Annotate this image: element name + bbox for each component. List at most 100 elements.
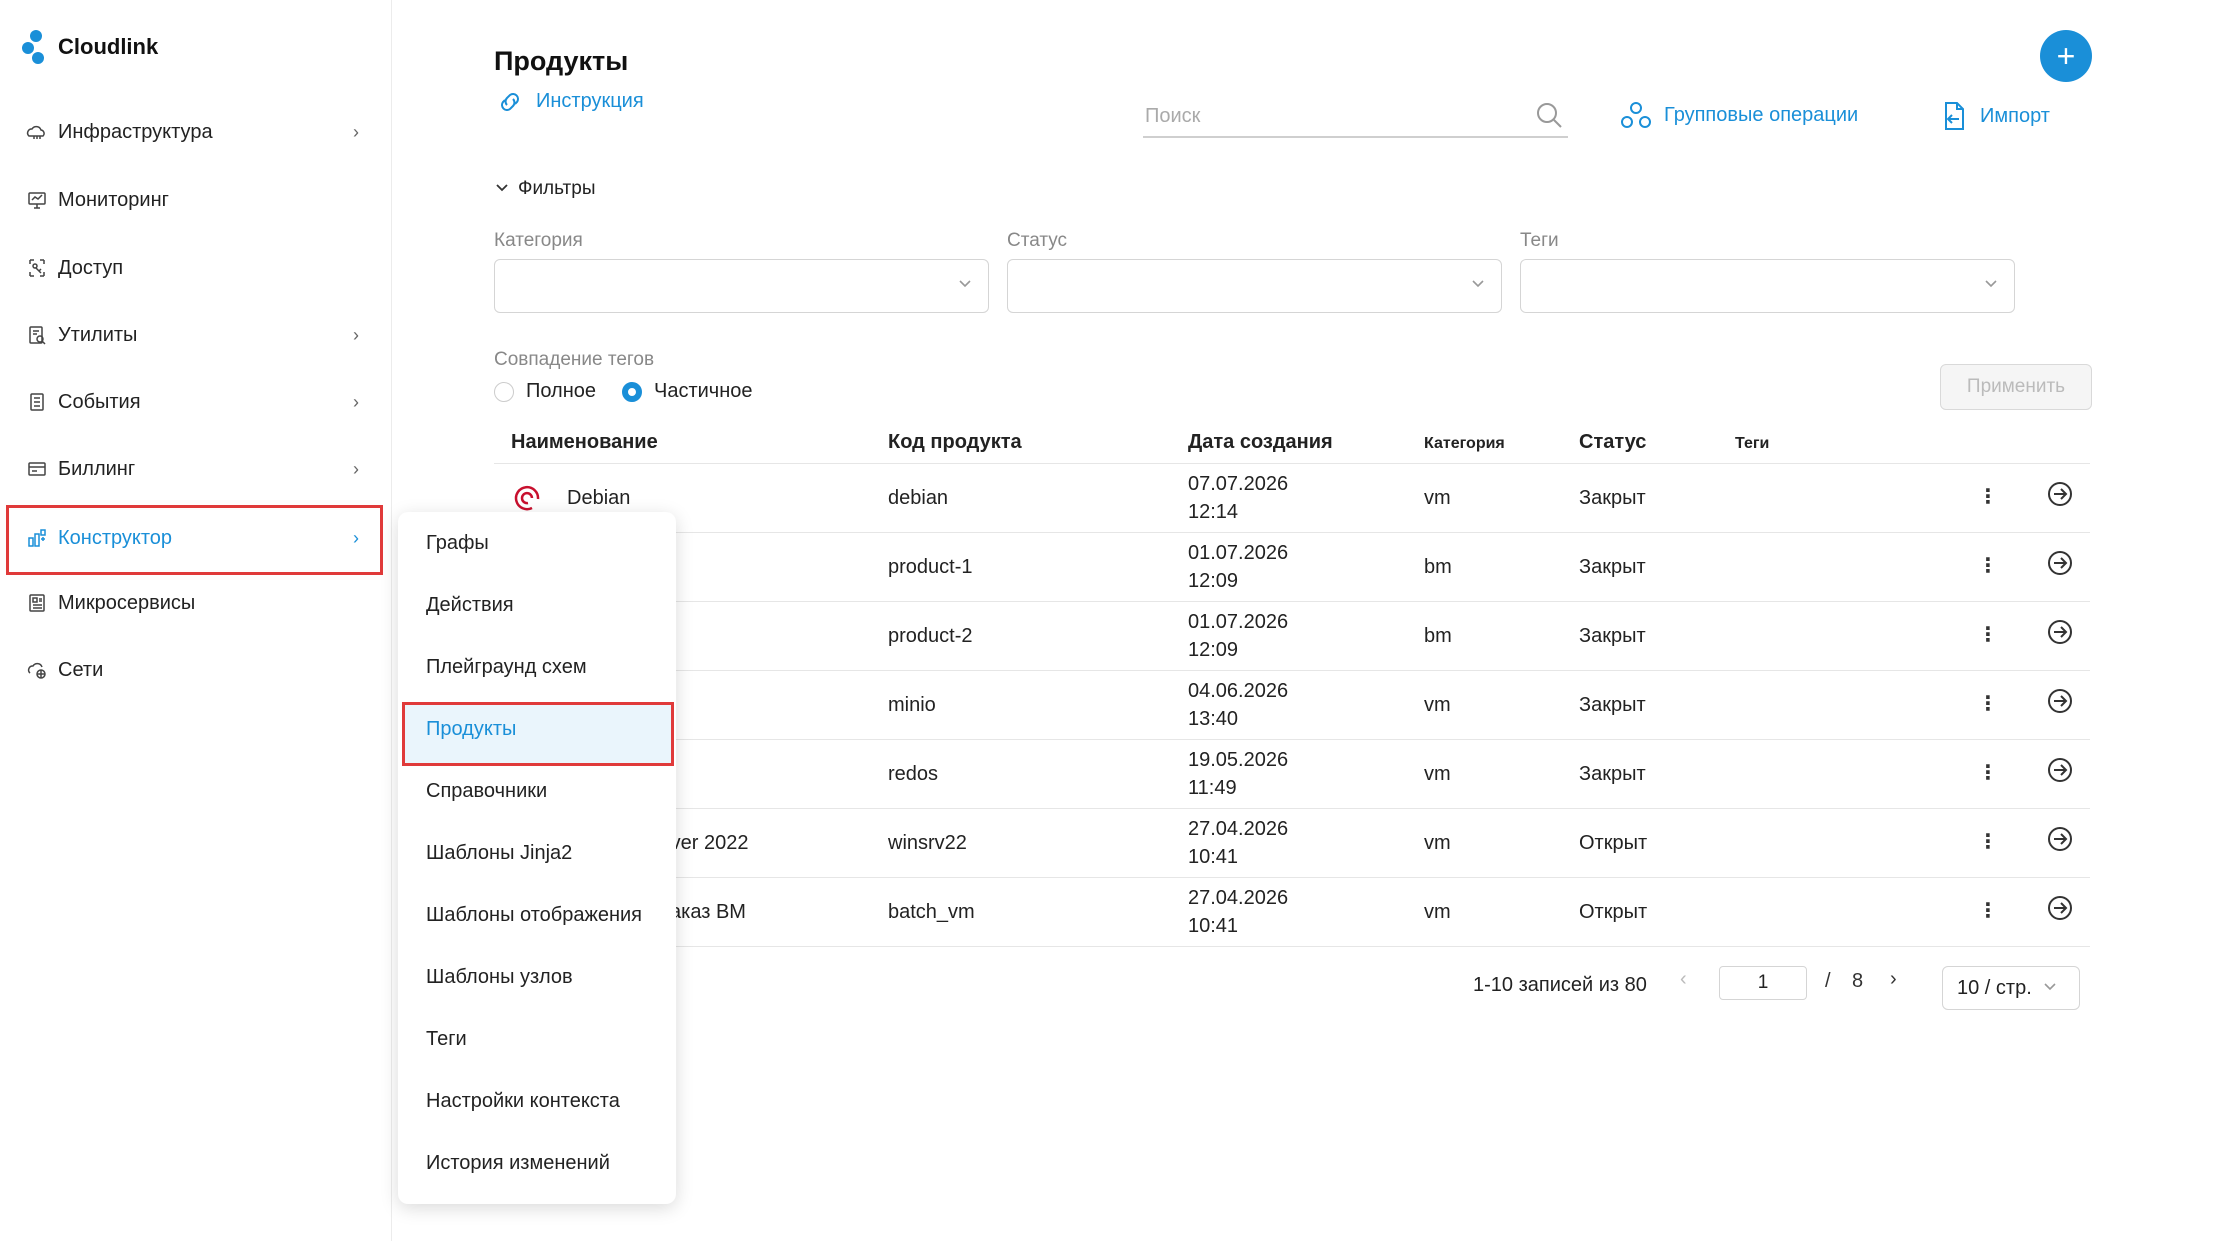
arrow-right-circle-icon[interactable]: [2046, 618, 2074, 646]
column-header-name[interactable]: Наименование: [511, 431, 658, 454]
page-size-value: 10 / стр.: [1957, 976, 2032, 999]
row-category: vm: [1424, 763, 1451, 785]
submenu-item-graphs[interactable]: Графы: [426, 532, 489, 555]
row-name: аказ ВМ: [670, 901, 746, 923]
radio-full[interactable]: Полное: [494, 380, 596, 403]
radio-partial-circle[interactable]: [622, 381, 642, 402]
column-header-date[interactable]: Дата создания: [1188, 431, 1333, 454]
monitoring-icon: [24, 187, 50, 213]
sidebar-item-events[interactable]: События ›: [24, 382, 359, 422]
search-input[interactable]: [1143, 98, 1527, 134]
row-code: product-1: [888, 556, 973, 578]
sidebar-item-infrastructure[interactable]: Инфраструктура ›: [24, 112, 359, 152]
sidebar-item-label: Утилиты: [58, 323, 138, 346]
logo-text: Cloudlink: [58, 34, 159, 59]
submenu-item-schema-playground[interactable]: Плейграунд схем: [426, 656, 587, 679]
sidebar-item-label: Сети: [58, 658, 104, 681]
sidebar-item-network[interactable]: Сети: [24, 650, 359, 690]
logo[interactable]: Cloudlink: [22, 30, 158, 64]
submenu-item-actions[interactable]: Действия: [426, 594, 514, 617]
sidebar-item-billing[interactable]: Биллинг ›: [24, 449, 359, 489]
row-code: redos: [888, 763, 939, 785]
row-status: Закрыт: [1579, 694, 1646, 716]
sidebar-item-label: Мониторинг: [58, 188, 169, 211]
row-name: rver 2022: [664, 832, 749, 854]
status-filter-label: Статус: [1007, 230, 1068, 251]
status-select[interactable]: [1007, 259, 1502, 313]
more-options-icon[interactable]: ⋮: [1978, 760, 1998, 785]
column-header-tags[interactable]: Теги: [1735, 435, 1769, 453]
arrow-right-circle-icon[interactable]: [2046, 894, 2074, 922]
column-header-category[interactable]: Категория: [1424, 435, 1505, 453]
import-button[interactable]: Импорт: [1940, 100, 2050, 132]
table-divider: [494, 946, 2090, 947]
table-divider: [494, 532, 2090, 533]
radio-partial[interactable]: Частичное: [622, 380, 753, 403]
more-options-icon[interactable]: ⋮: [1978, 691, 1998, 716]
row-category: bm: [1424, 625, 1452, 647]
group-operations-button[interactable]: Групповые операции: [1620, 100, 1858, 130]
row-time: 12:09: [1188, 639, 1239, 661]
row-code: minio: [888, 694, 936, 716]
row-date: 27.04.2026: [1188, 818, 1289, 840]
page-number-input[interactable]: 1: [1719, 966, 1807, 1000]
arrow-right-circle-icon[interactable]: [2046, 687, 2074, 715]
category-select[interactable]: [494, 259, 989, 313]
apply-button[interactable]: Применить: [1940, 364, 2092, 410]
submenu-item-directories[interactable]: Справочники: [426, 780, 547, 803]
more-options-icon[interactable]: ⋮: [1978, 829, 1998, 854]
more-options-icon[interactable]: ⋮: [1978, 898, 1998, 923]
row-status: Закрыт: [1579, 625, 1646, 647]
row-code: product-2: [888, 625, 973, 647]
row-date: 01.07.2026: [1188, 542, 1289, 564]
prev-page-icon[interactable]: ‹: [1680, 968, 1687, 991]
sidebar-item-utilities[interactable]: Утилиты ›: [24, 315, 359, 355]
search-field: [1143, 98, 1568, 138]
more-options-icon[interactable]: ⋮: [1978, 553, 1998, 578]
arrow-right-circle-icon[interactable]: [2046, 480, 2074, 508]
submenu-item-tags[interactable]: Теги: [426, 1028, 467, 1051]
row-time: 12:14: [1188, 501, 1239, 523]
row-category: bm: [1424, 556, 1452, 578]
chevron-down-icon: [494, 178, 510, 200]
row-status: Открыт: [1579, 832, 1648, 854]
submenu-item-display-templates[interactable]: Шаблоны отображения: [426, 904, 642, 927]
column-header-status[interactable]: Статус: [1579, 431, 1646, 454]
sidebar-item-microservices[interactable]: Микросервисы: [24, 583, 359, 623]
tag-match-label: Совпадение тегов: [494, 349, 655, 370]
chevron-right-icon: ›: [353, 391, 359, 412]
radio-full-circle[interactable]: [494, 381, 514, 402]
next-page-icon[interactable]: ›: [1890, 968, 1897, 991]
row-code: winsrv22: [888, 832, 967, 854]
add-product-button[interactable]: +: [2040, 30, 2092, 82]
chevron-down-icon: [1469, 274, 1487, 297]
submenu-item-jinja2-templates[interactable]: Шаблоны Jinja2: [426, 842, 572, 865]
page-size-select[interactable]: 10 / стр.: [1942, 966, 2080, 1010]
instruction-link[interactable]: Инструкция: [494, 90, 644, 113]
page-title: Продукты: [494, 46, 629, 76]
submenu-item-node-templates[interactable]: Шаблоны узлов: [426, 966, 573, 989]
submenu-item-context-settings[interactable]: Настройки контекста: [426, 1090, 620, 1113]
arrow-right-circle-icon[interactable]: [2046, 825, 2074, 853]
row-category: vm: [1424, 694, 1451, 716]
sidebar-item-access[interactable]: Доступ: [24, 248, 359, 288]
table-divider: [494, 808, 2090, 809]
sidebar-item-monitoring[interactable]: Мониторинг: [24, 180, 359, 220]
arrow-right-circle-icon[interactable]: [2046, 549, 2074, 577]
chevron-down-icon: [2042, 977, 2058, 1000]
search-icon[interactable]: [1534, 100, 1564, 130]
filters-toggle-label: Фильтры: [518, 178, 596, 199]
column-header-code[interactable]: Код продукта: [888, 431, 1022, 454]
radio-full-label: Полное: [526, 380, 597, 402]
more-options-icon[interactable]: ⋮: [1978, 484, 1998, 509]
submenu-item-change-history[interactable]: История изменений: [426, 1152, 610, 1175]
sidebar-item-label: Доступ: [58, 256, 124, 279]
row-name: Debian: [567, 487, 631, 509]
debian-logo-icon: [514, 485, 540, 511]
sidebar-item-label: Инфраструктура: [58, 120, 213, 143]
tags-select[interactable]: [1520, 259, 2015, 313]
submenu-item-products[interactable]: Продукты: [426, 718, 516, 741]
arrow-right-circle-icon[interactable]: [2046, 756, 2074, 784]
more-options-icon[interactable]: ⋮: [1978, 622, 1998, 647]
filters-toggle[interactable]: Фильтры: [494, 178, 595, 200]
